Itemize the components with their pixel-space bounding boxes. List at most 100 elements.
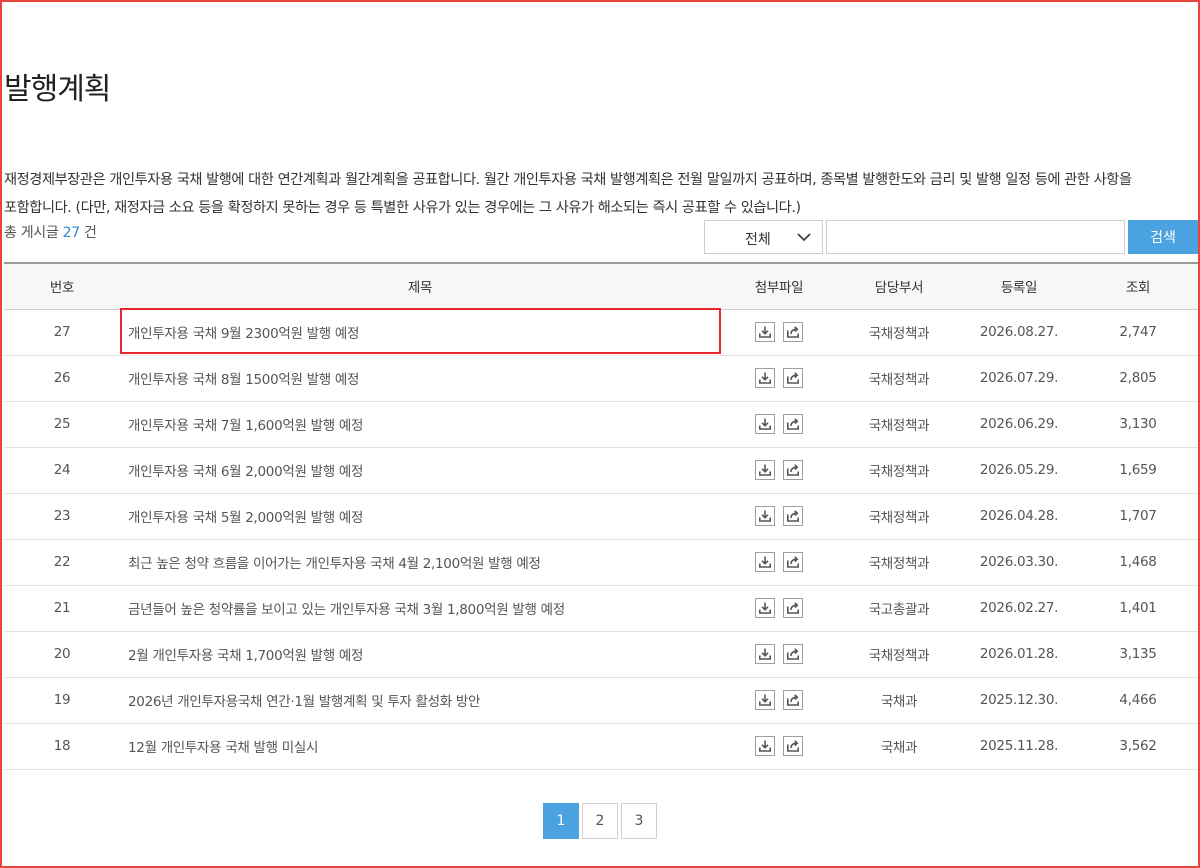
row-department: 국채정책과	[838, 631, 960, 678]
row-attachments	[720, 677, 838, 724]
row-title-link[interactable]: 개인투자용 국채 6월 2,000억원 발행 예정	[128, 464, 363, 480]
share-icon[interactable]	[783, 414, 803, 434]
table-row: 25 개인투자용 국채 7월 1,600억원 발행 예정 국채정책과 2026.06.…	[4, 401, 1198, 448]
row-title-cell: 2월 개인투자용 국채 1,700억원 발행 예정	[120, 631, 720, 678]
download-icon[interactable]	[755, 644, 775, 664]
download-icon[interactable]	[755, 690, 775, 710]
row-department: 국채정책과	[838, 309, 960, 356]
row-number: 19	[4, 677, 120, 724]
row-title-link[interactable]: 개인투자용 국채 9월 2300억원 발행 예정	[128, 326, 359, 342]
row-attachments	[720, 309, 838, 356]
share-icon[interactable]	[783, 644, 803, 664]
search-scope-value: 전체	[745, 232, 771, 248]
row-title-link[interactable]: 2월 개인투자용 국채 1,700억원 발행 예정	[128, 648, 363, 664]
row-views: 3,562	[1078, 723, 1198, 770]
row-title-link[interactable]: 2026년 개인투자용국채 연간·1월 발행계획 및 투자 활성화 방안	[128, 694, 480, 710]
row-title-link[interactable]: 개인투자용 국채 7월 1,600억원 발행 예정	[128, 418, 363, 434]
row-date: 2025.11.28.	[960, 723, 1078, 770]
column-header-views: 조회	[1078, 262, 1198, 310]
row-attachments	[720, 585, 838, 632]
row-title-cell: 12월 개인투자용 국채 발행 미실시	[120, 723, 720, 770]
row-attachments	[720, 493, 838, 540]
row-date: 2026.02.27.	[960, 585, 1078, 632]
row-date: 2026.03.30.	[960, 539, 1078, 586]
row-views: 2,805	[1078, 355, 1198, 402]
row-title-cell: 개인투자용 국채 6월 2,000억원 발행 예정	[120, 447, 720, 494]
table-row: 18 12월 개인투자용 국채 발행 미실시 국채과 2025.11.28. 3,562	[4, 723, 1198, 770]
share-icon[interactable]	[783, 322, 803, 342]
row-title-link[interactable]: 12월 개인투자용 국채 발행 미실시	[128, 740, 318, 756]
row-date: 2025.12.30.	[960, 677, 1078, 724]
download-icon[interactable]	[755, 460, 775, 480]
table-row: 20 2월 개인투자용 국채 1,700억원 발행 예정 국채정책과 2026.01.…	[4, 631, 1198, 678]
row-attachments	[720, 447, 838, 494]
row-department: 국고총괄과	[838, 585, 960, 632]
post-table: 번호 제목 첨부파일 담당부서 등록일 조회 27 개인투자용 국채 9월 230…	[4, 262, 1198, 770]
row-title-link[interactable]: 개인투자용 국채 8월 1500억원 발행 예정	[128, 372, 359, 388]
table-row: 26 개인투자용 국채 8월 1500억원 발행 예정 국채정책과 2026.07.2…	[4, 355, 1198, 402]
row-department: 국채과	[838, 723, 960, 770]
row-title-cell: 금년들어 높은 청약률을 보이고 있는 개인투자용 국채 3월 1,800억원 …	[120, 585, 720, 632]
table-row: 24 개인투자용 국채 6월 2,000억원 발행 예정 국채정책과 2026.05.…	[4, 447, 1198, 494]
row-department: 국채정책과	[838, 447, 960, 494]
row-department: 국채정책과	[838, 493, 960, 540]
row-views: 1,707	[1078, 493, 1198, 540]
table-row: 19 2026년 개인투자용국채 연간·1월 발행계획 및 투자 활성화 방안 국채…	[4, 677, 1198, 724]
row-number: 25	[4, 401, 120, 448]
row-title-link[interactable]: 개인투자용 국채 5월 2,000억원 발행 예정	[128, 510, 363, 526]
column-header-date: 등록일	[960, 262, 1078, 310]
page-button-2[interactable]: 2	[582, 803, 618, 839]
row-number: 23	[4, 493, 120, 540]
search-input[interactable]	[826, 220, 1125, 254]
page-button-1[interactable]: 1	[543, 803, 579, 839]
page-button-3[interactable]: 3	[621, 803, 657, 839]
row-date: 2026.01.28.	[960, 631, 1078, 678]
share-icon[interactable]	[783, 736, 803, 756]
row-attachments	[720, 401, 838, 448]
share-icon[interactable]	[783, 460, 803, 480]
share-icon[interactable]	[783, 690, 803, 710]
row-department: 국채정책과	[838, 355, 960, 402]
download-icon[interactable]	[755, 322, 775, 342]
row-attachments	[720, 539, 838, 586]
page-description: 재정경제부장관은 개인투자용 국채 발행에 대한 연간계획과 월간계획을 공표합…	[4, 166, 1198, 222]
row-title-link[interactable]: 금년들어 높은 청약률을 보이고 있는 개인투자용 국채 3월 1,800억원 …	[128, 602, 565, 618]
download-icon[interactable]	[755, 552, 775, 572]
row-department: 국채정책과	[838, 539, 960, 586]
column-header-title: 제목	[120, 262, 720, 310]
share-icon[interactable]	[783, 368, 803, 388]
row-number: 18	[4, 723, 120, 770]
row-number: 21	[4, 585, 120, 632]
download-icon[interactable]	[755, 368, 775, 388]
description-line: 포함합니다. (다만, 재정자금 소요 등을 확정하지 못하는 경우 등 특별한…	[4, 200, 801, 216]
download-icon[interactable]	[755, 736, 775, 756]
share-icon[interactable]	[783, 598, 803, 618]
table-row: 22 최근 높은 청약 흐름을 이어가는 개인투자용 국채 4월 2,100억원 …	[4, 539, 1198, 586]
row-title-link[interactable]: 최근 높은 청약 흐름을 이어가는 개인투자용 국채 4월 2,100억원 발행…	[128, 556, 541, 572]
chevron-down-icon	[797, 233, 811, 242]
row-date: 2026.07.29.	[960, 355, 1078, 402]
share-icon[interactable]	[783, 552, 803, 572]
description-line: 재정경제부장관은 개인투자용 국채 발행에 대한 연간계획과 월간계획을 공표합…	[4, 172, 1132, 188]
row-attachments	[720, 723, 838, 770]
row-department: 국채과	[838, 677, 960, 724]
total-label: 총 게시글	[4, 225, 59, 241]
total-unit: 건	[84, 225, 97, 241]
download-icon[interactable]	[755, 414, 775, 434]
search-button[interactable]: 검색	[1128, 220, 1198, 254]
row-date: 2026.04.28.	[960, 493, 1078, 540]
row-views: 3,130	[1078, 401, 1198, 448]
row-views: 1,468	[1078, 539, 1198, 586]
row-attachments	[720, 631, 838, 678]
share-icon[interactable]	[783, 506, 803, 526]
table-row: 21 금년들어 높은 청약률을 보이고 있는 개인투자용 국채 3월 1,800억…	[4, 585, 1198, 632]
row-title-cell: 개인투자용 국채 9월 2300억원 발행 예정	[120, 309, 720, 356]
row-title-cell: 2026년 개인투자용국채 연간·1월 발행계획 및 투자 활성화 방안	[120, 677, 720, 724]
row-date: 2026.05.29.	[960, 447, 1078, 494]
search-scope-select[interactable]: 전체	[704, 220, 823, 254]
row-views: 1,659	[1078, 447, 1198, 494]
row-department: 국채정책과	[838, 401, 960, 448]
download-icon[interactable]	[755, 506, 775, 526]
download-icon[interactable]	[755, 598, 775, 618]
row-date: 2026.06.29.	[960, 401, 1078, 448]
